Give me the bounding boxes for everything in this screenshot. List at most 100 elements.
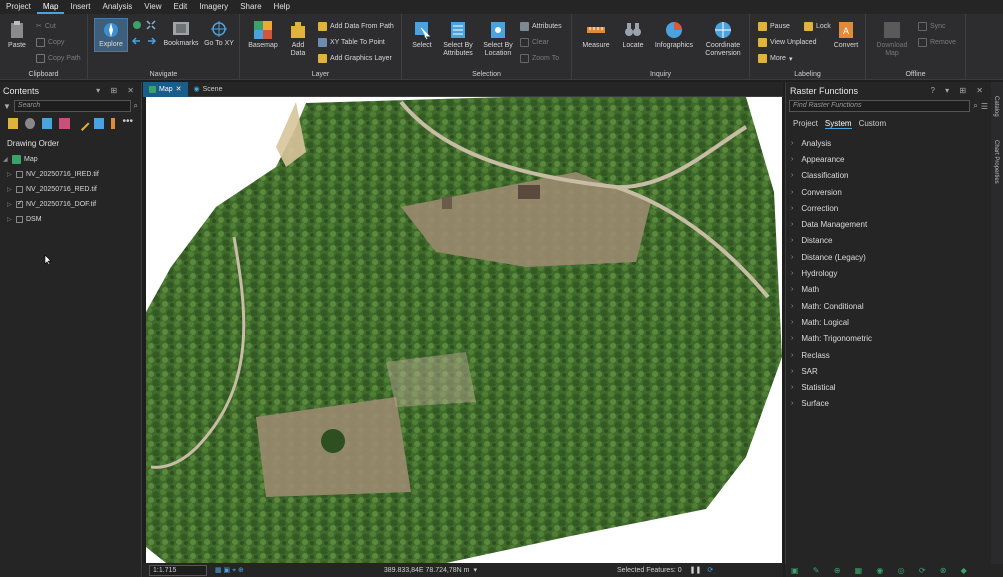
filter-icon[interactable]: ▼ [3,102,11,111]
expand-icon[interactable]: ▷ [7,171,13,178]
copy-button[interactable]: Copy [36,38,64,47]
navigation-tools-icon[interactable]: ▦ ▣ ⌖ ⊕ [215,566,244,575]
full-extent-button[interactable] [130,20,144,33]
sync-button[interactable]: Sync [918,22,946,31]
menu-share[interactable]: Share [234,0,267,14]
list-by-editing-icon[interactable] [59,117,70,129]
category-math-logical[interactable]: › Math: Logical [786,314,991,330]
select-by-location-button[interactable]: Select By Location [480,20,516,58]
scale-selector[interactable]: 1:1.715 [149,564,207,576]
category-conversion[interactable]: › Conversion [786,184,991,200]
contents-search-input[interactable]: Search [13,100,131,112]
xy-table-to-point-button[interactable]: XY Table To Point [318,38,385,47]
category-classification[interactable]: › Classification [786,168,991,184]
bookmarks-button[interactable]: Bookmarks [162,20,200,48]
view-unplaced-button[interactable]: View Unplaced [758,38,817,47]
menu-imagery[interactable]: Imagery [193,0,234,14]
list-by-snapping-icon[interactable] [74,115,90,131]
pane-controls[interactable]: ? ▾ ⊞ ✕ [930,86,987,95]
download-map-button[interactable]: Download Map [872,20,912,58]
explore-button[interactable]: Explore [94,18,128,52]
add-data-from-path-button[interactable]: Add Data From Path [318,22,394,31]
list-by-source-icon[interactable] [25,117,36,129]
layer-item-dsm[interactable]: ▷ DSM [0,212,141,227]
list-by-labeling-icon[interactable] [93,117,104,129]
tab-custom[interactable]: Custom [859,119,887,129]
add-data-button[interactable]: Add Data [284,20,312,58]
previous-extent-button[interactable] [130,36,144,49]
category-reclass[interactable]: › Reclass [786,347,991,363]
more-labeling-button[interactable]: More ▾ [758,54,792,63]
list-by-perspective-icon[interactable] [110,117,116,129]
list-by-selection-icon[interactable] [42,117,53,129]
fixed-zoom-button[interactable] [144,20,158,33]
clear-selection-button[interactable]: Clear [520,38,549,47]
menu-help[interactable]: Help [268,0,296,14]
remove-offline-button[interactable]: Remove [918,38,956,47]
paste-button[interactable]: Paste [4,20,30,50]
close-icon[interactable]: ✕ [176,85,182,93]
category-data-management[interactable]: › Data Management [786,216,991,232]
category-hydrology[interactable]: › Hydrology [786,265,991,281]
locate-button[interactable]: Locate [618,20,648,50]
category-math-trigonometric[interactable]: › Math: Trigonometric [786,331,991,347]
refresh-icon[interactable]: ⟳ [707,566,713,574]
category-appearance[interactable]: › Appearance [786,151,991,167]
copy-path-button[interactable]: Copy Path [36,54,81,63]
menu-analysis[interactable]: Analysis [96,0,138,14]
expand-icon[interactable]: ▷ [7,201,13,208]
layer-visibility-checkbox[interactable] [16,186,23,193]
lock-labeling-button[interactable]: Lock [804,22,831,31]
search-icon[interactable]: ⌕ [973,101,977,111]
menu-map[interactable]: Map [36,0,65,14]
map-view[interactable] [146,97,782,563]
measure-button[interactable]: Measure [578,20,614,50]
layer-item-dof[interactable]: ▷ NV_20250716_DOF.tif [0,197,141,212]
expand-icon[interactable]: ▷ [7,186,13,193]
select-button[interactable]: Select [408,20,436,50]
tab-project[interactable]: Project [793,119,818,129]
basemap-button[interactable]: Basemap [246,20,280,50]
menu-icon[interactable]: ☰ [981,102,988,111]
add-graphics-layer-button[interactable]: Add Graphics Layer [318,54,392,63]
select-by-attributes-button[interactable]: Select By Attributes [440,20,476,58]
coordinate-conversion-button[interactable]: Coordinate Conversion [700,20,746,58]
menu-edit[interactable]: Edit [167,0,193,14]
category-math[interactable]: › Math [786,282,991,298]
menu-view[interactable]: View [138,0,167,14]
category-correction[interactable]: › Correction [786,200,991,216]
layer-visibility-checkbox[interactable] [16,171,23,178]
search-icon[interactable]: ⌕ [134,101,138,111]
map-layer-node[interactable]: ◢ Map [0,152,141,167]
layer-item-ired[interactable]: ▷ NV_20250716_IRED.tif [0,167,141,182]
category-analysis[interactable]: › Analysis [786,135,991,151]
chart-properties-side-tab[interactable]: Chart Properties [993,140,999,184]
category-distance[interactable]: › Distance [786,233,991,249]
category-math-conditional[interactable]: › Math: Conditional [786,298,991,314]
go-to-xy-button[interactable]: Go To XY [204,20,234,48]
convert-button[interactable]: A Convert [830,20,862,50]
attributes-button[interactable]: Attributes [520,22,562,31]
layer-item-red[interactable]: ▷ NV_20250716_RED.tif [0,182,141,197]
collapse-icon[interactable]: ◢ [3,156,9,163]
category-sar[interactable]: › SAR [786,363,991,379]
pane-controls[interactable]: ▾ ⊞ ✕ [96,86,138,95]
expand-icon[interactable]: ▷ [7,216,13,223]
catalog-side-tab[interactable]: Catalog [993,96,999,117]
infographics-button[interactable]: Infographics [652,20,696,50]
edit-tools-icon[interactable]: ▣ ✎ ⊕ ▦ ◉ ◎ ⟳ ⊗ ◆ [791,566,973,575]
zoom-to-selection-button[interactable]: Zoom To [520,54,559,63]
category-distance-legacy[interactable]: › Distance (Legacy) [786,249,991,265]
category-statistical[interactable]: › Statistical [786,379,991,395]
layer-visibility-checkbox[interactable] [16,199,23,208]
category-surface[interactable]: › Surface [786,396,991,412]
chevron-down-icon[interactable]: ▾ [474,566,478,574]
tab-map[interactable]: Map ✕ [143,81,188,97]
list-by-drawing-order-icon[interactable] [8,117,19,129]
tab-scene[interactable]: ◉ Scene [188,82,229,97]
next-extent-button[interactable] [144,36,158,49]
raster-functions-search-input[interactable]: Find Raster Functions [789,100,971,112]
pause-labeling-button[interactable]: Pause [758,22,790,31]
tab-system[interactable]: System [824,119,852,129]
layer-visibility-checkbox[interactable] [16,216,23,223]
